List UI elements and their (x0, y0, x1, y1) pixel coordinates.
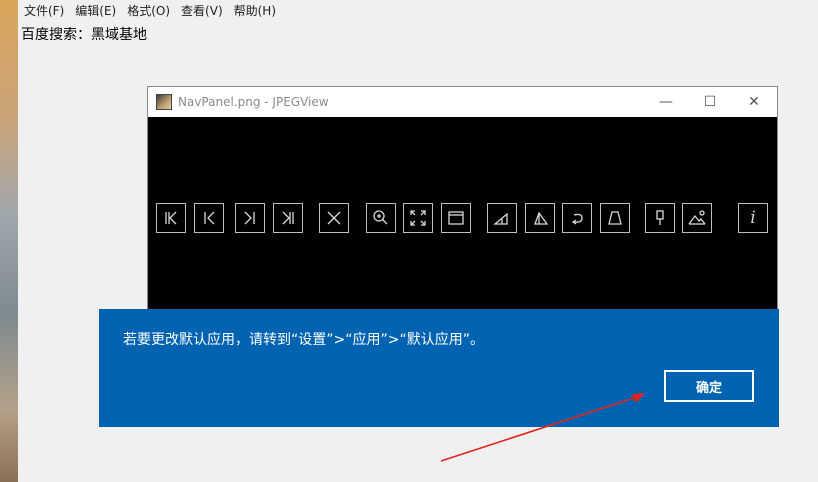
annotation-arrow (440, 393, 645, 462)
